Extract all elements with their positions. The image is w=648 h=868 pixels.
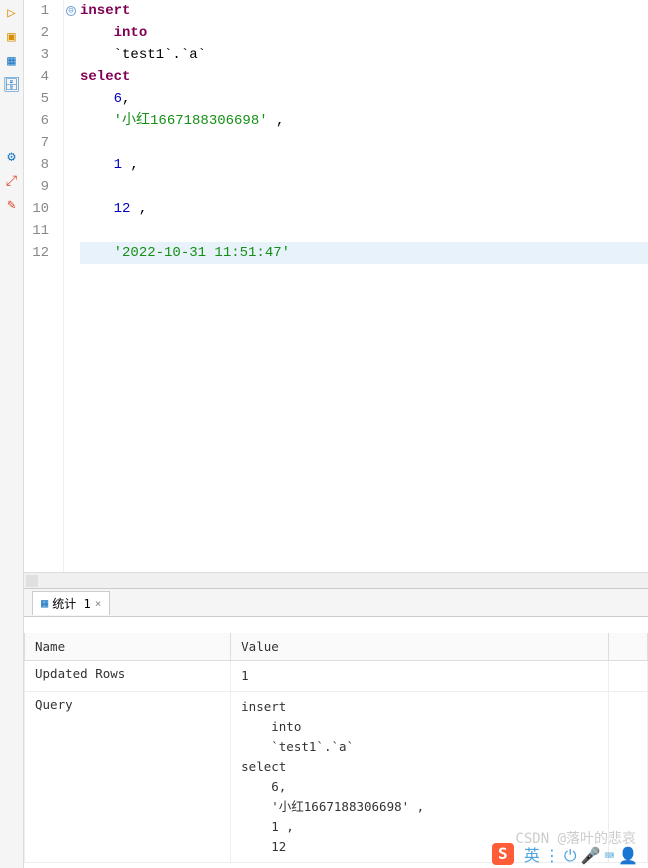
horizontal-scrollbar[interactable]	[24, 572, 648, 588]
code-line[interactable]: select	[80, 66, 648, 88]
results-tab-bar: ▦ 统计 1 ×	[24, 589, 648, 617]
code-line[interactable]: `test1`.`a`	[80, 44, 648, 66]
line-number: 8	[24, 154, 57, 176]
line-number: 5	[24, 88, 57, 110]
code-line[interactable]: into	[80, 22, 648, 44]
system-tray: S 英⋮⏻🎤⌨👤	[492, 842, 638, 866]
line-number: 3	[24, 44, 57, 66]
sogou-icon[interactable]: S	[492, 843, 514, 865]
line-number: 9	[24, 176, 57, 198]
blank2[interactable]	[3, 124, 21, 142]
code-line[interactable]	[80, 220, 648, 242]
line-gutter: ⊖ 123456789101112	[24, 0, 64, 572]
line-number: 12	[24, 242, 57, 264]
code-editor[interactable]: ⊖ 123456789101112 insert into `test1`.`a…	[24, 0, 648, 572]
results-panel: ▦ 统计 1 × Name Value Updated Rows1Queryin	[24, 588, 648, 868]
line-number: 4	[24, 66, 57, 88]
line-number: 2	[24, 22, 57, 44]
editor-panel: ⊖ 123456789101112 insert into `test1`.`a…	[24, 0, 648, 588]
code-line[interactable]: insert	[80, 0, 648, 22]
code-line[interactable]	[80, 176, 648, 198]
code-line[interactable]: '小红1667188306698' ,	[80, 110, 648, 132]
line-number: 1	[24, 0, 57, 22]
cell-name: Updated Rows	[25, 661, 231, 692]
edit-icon[interactable]: ✎	[3, 196, 21, 214]
mic-icon[interactable]: 🎤	[581, 846, 601, 865]
grid-icon: ▦	[41, 596, 48, 610]
stop-icon[interactable]: ▣	[3, 28, 21, 46]
dots-icon[interactable]: ⋮	[544, 846, 560, 865]
gear-icon[interactable]: ⚙	[3, 148, 21, 166]
expand-icon[interactable]: ⤢	[3, 172, 21, 190]
line-number: 7	[24, 132, 57, 154]
cell-name: Query	[25, 692, 231, 863]
line-number: 6	[24, 110, 57, 132]
cn-icon[interactable]: 英	[524, 846, 540, 865]
col-value-header[interactable]: Value	[231, 633, 609, 661]
table-row[interactable]: Updated Rows1	[25, 661, 648, 692]
code-line[interactable]: 12 ,	[80, 198, 648, 220]
code-line[interactable]: '2022-10-31 11:51:47'	[80, 242, 648, 264]
table-row[interactable]: Queryinsert into `test1`.`a` select 6, '…	[25, 692, 648, 863]
grid-icon[interactable]: ▦	[3, 52, 21, 70]
blank1[interactable]	[3, 100, 21, 118]
triangle-icon[interactable]: ▷	[3, 4, 21, 22]
results-tab[interactable]: ▦ 统计 1 ×	[32, 591, 110, 615]
person-icon[interactable]: 👤	[618, 846, 638, 865]
keyboard-icon[interactable]: ⌨	[604, 846, 614, 865]
db-icon[interactable]: 🗄	[3, 76, 21, 94]
power-icon[interactable]: ⏻	[564, 846, 577, 865]
cell-value: insert into `test1`.`a` select 6, '小红166…	[231, 692, 609, 863]
col-name-header[interactable]: Name	[25, 633, 231, 661]
code-line[interactable]	[80, 132, 648, 154]
close-icon[interactable]: ×	[95, 597, 102, 610]
code-content[interactable]: insert into `test1`.`a`select 6, '小红1667…	[64, 0, 648, 572]
cell-value: 1	[231, 661, 609, 692]
code-line[interactable]: 6,	[80, 88, 648, 110]
results-grid[interactable]: Name Value Updated Rows1Queryinsert into…	[24, 633, 648, 868]
line-number: 10	[24, 198, 57, 220]
line-number: 11	[24, 220, 57, 242]
left-toolbar: ▷ ▣ ▦ 🗄 ⚙ ⤢ ✎	[0, 0, 24, 868]
col-blank-header	[609, 633, 648, 661]
fold-toggle-icon[interactable]: ⊖	[66, 6, 76, 16]
results-tab-label: 统计 1	[52, 595, 90, 612]
code-line[interactable]: 1 ,	[80, 154, 648, 176]
